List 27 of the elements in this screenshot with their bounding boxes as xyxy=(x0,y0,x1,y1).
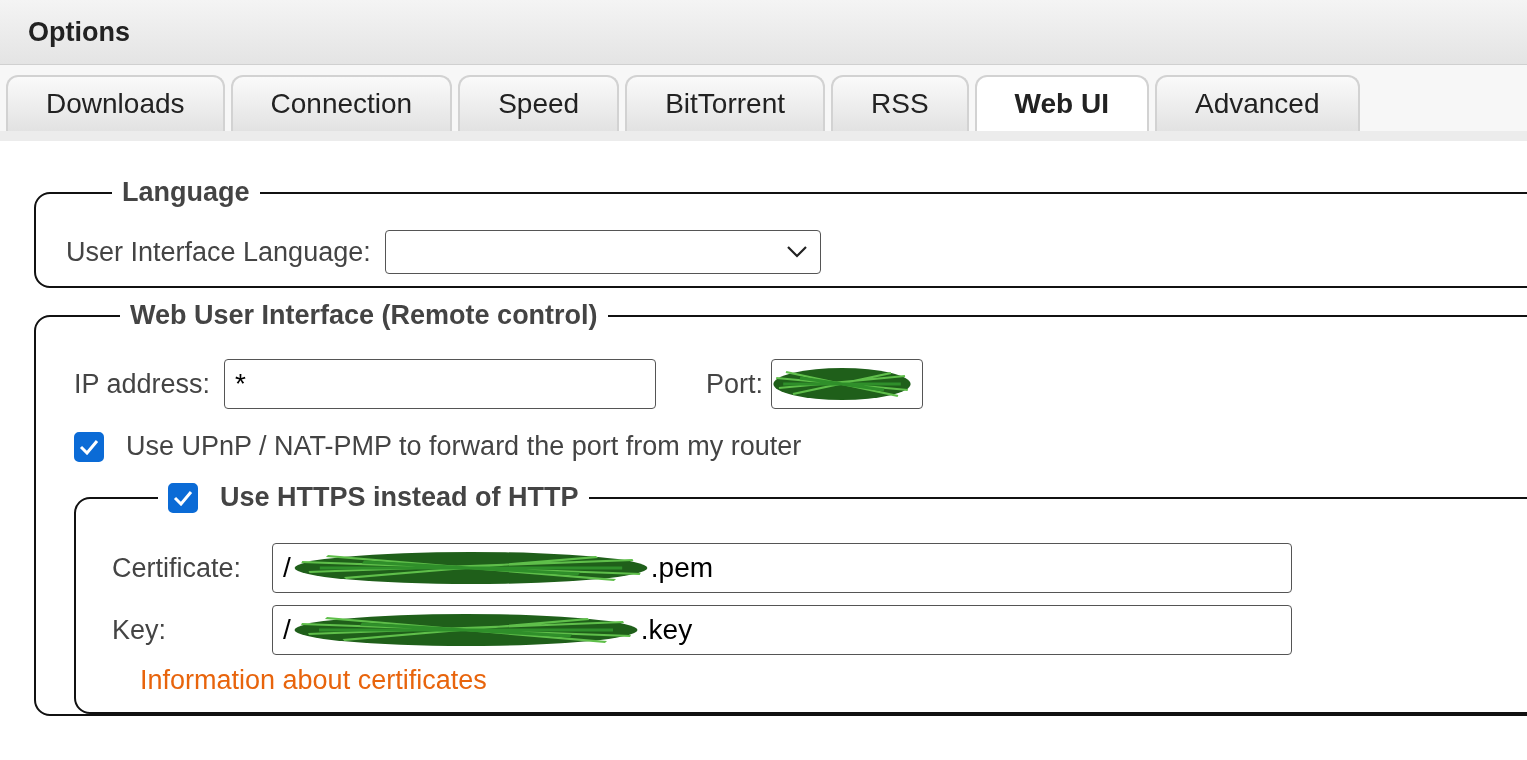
field-label: User Interface Language: xyxy=(66,236,371,268)
section-legend: Web User Interface (Remote control) xyxy=(120,300,608,331)
checkbox-label: Use HTTPS instead of HTTP xyxy=(220,482,579,513)
key-field[interactable]: / .key xyxy=(272,605,1292,655)
tab[interactable]: Advanced xyxy=(1154,75,1360,131)
checkbox[interactable] xyxy=(74,431,104,462)
field-label: Port: xyxy=(706,368,764,400)
section-legend: Language xyxy=(112,177,260,208)
tab[interactable]: Downloads xyxy=(6,75,225,131)
field-label: Certificate: xyxy=(112,552,243,584)
check-icon xyxy=(173,489,193,506)
chevron-down-icon xyxy=(785,245,808,259)
port-field[interactable] xyxy=(771,359,924,409)
check-icon xyxy=(79,438,99,455)
ip-address-field[interactable]: * xyxy=(224,359,657,409)
field-label: IP address: xyxy=(74,368,211,400)
language-select[interactable] xyxy=(384,230,821,274)
tab[interactable]: Web UI xyxy=(974,75,1149,131)
field-label: Key: xyxy=(112,614,168,646)
tab[interactable]: RSS xyxy=(831,75,969,131)
certificate-field[interactable]: / .pem xyxy=(272,543,1292,593)
tab[interactable]: Connection xyxy=(230,75,453,131)
window-title: Options xyxy=(28,16,130,48)
checkbox-label: Use UPnP / NAT-PMP to forward the port from my router xyxy=(126,431,802,462)
checkbox[interactable] xyxy=(168,482,198,513)
tab[interactable]: BitTorrent xyxy=(625,75,825,131)
tab[interactable]: Speed xyxy=(458,75,620,131)
